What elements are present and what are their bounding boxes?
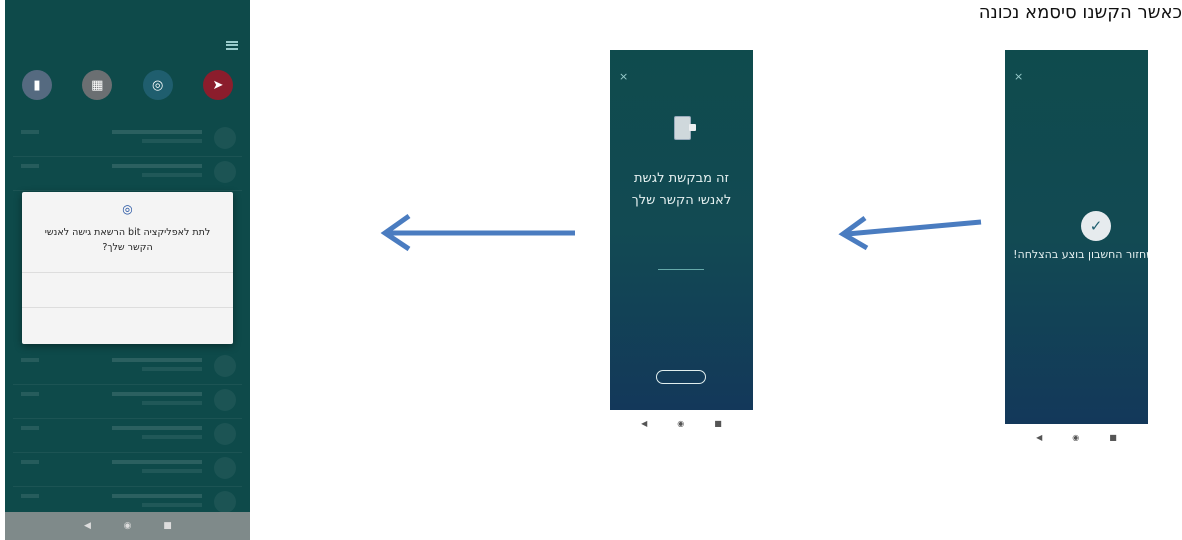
caption-text: כאשר הקשנו סיסמא נכונה: [978, 2, 1182, 23]
arrow-left-icon: [838, 215, 982, 251]
arrow-left-icon: [380, 213, 575, 252]
recents-icon[interactable]: ■: [1109, 433, 1117, 442]
back-icon[interactable]: ◀: [1036, 433, 1042, 442]
list-item[interactable]: [13, 452, 242, 487]
list-item[interactable]: [13, 418, 242, 453]
quick-actions: ▮ ▦ ◎ ➤: [17, 70, 238, 104]
send-icon: ➤: [202, 70, 233, 100]
success-message: שחזור החשבון בוצע בהצלחה!: [1013, 248, 1148, 261]
list-item[interactable]: [13, 384, 242, 419]
recents-icon[interactable]: ■: [714, 419, 722, 428]
divider: [658, 269, 704, 270]
phone-contacts-icon: [674, 116, 696, 140]
group-icon: ◎: [142, 70, 173, 100]
list-item[interactable]: [13, 350, 242, 385]
grid-icon: ▦: [82, 70, 113, 100]
close-icon[interactable]: ×: [1014, 70, 1023, 83]
contacts-permission-icon: ◎: [122, 202, 133, 216]
status-bar: [610, 50, 753, 68]
android-nav-bar: ◀ ◉ ■: [1005, 426, 1148, 448]
phone-screenshot-contacts-permission: ▮ ▦ ◎ ➤ ◎ לתת לאפליקציה bit הרשאת גישה ל…: [5, 0, 250, 540]
list-item[interactable]: [13, 122, 242, 157]
check-icon: ✓: [1081, 211, 1111, 241]
phone-screenshot-recovery-success: × ✓ שחזור החשבון בוצע בהצלחה!: [1005, 50, 1148, 424]
status-bar: [1005, 50, 1148, 68]
action-send[interactable]: ➤: [198, 70, 238, 104]
request-title: זה מבקשת לגשת לאנשי הקשר שלך: [631, 171, 732, 208]
contact-icon: ▮: [22, 70, 52, 100]
app-header: [5, 34, 250, 56]
home-icon[interactable]: ◉: [1072, 433, 1079, 442]
close-icon[interactable]: ×: [619, 70, 628, 83]
home-icon[interactable]: ◉: [677, 419, 684, 428]
status-bar: [5, 0, 250, 18]
android-nav-bar: ◀ ◉ ■: [610, 412, 753, 434]
phone-screenshot-contacts-request: × זה מבקשת לגשת לאנשי הקשר שלך: [610, 50, 753, 410]
permission-dialog: ◎ לתת לאפליקציה bit הרשאת גישה לאנשי הקש…: [22, 192, 233, 344]
back-icon[interactable]: ◀: [641, 419, 647, 428]
dialog-message: לתת לאפליקציה bit הרשאת גישה לאנשי הקשר …: [44, 227, 211, 253]
home-icon[interactable]: ◉: [124, 521, 132, 531]
action-group[interactable]: ◎: [138, 70, 178, 104]
list-item[interactable]: [13, 156, 242, 191]
recents-icon[interactable]: ■: [163, 521, 172, 531]
back-icon[interactable]: ◀: [84, 521, 92, 531]
hamburger-menu-icon[interactable]: [226, 40, 238, 50]
android-nav-bar: ◀ ◉ ■: [5, 512, 250, 540]
action-grid[interactable]: ▦: [77, 70, 117, 104]
action-contacts[interactable]: ▮: [17, 70, 57, 104]
confirm-button[interactable]: [656, 370, 706, 384]
